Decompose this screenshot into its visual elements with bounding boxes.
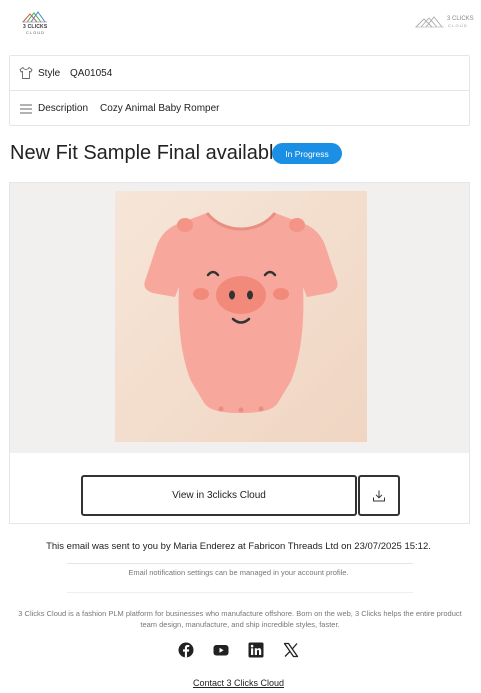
menu-lines-icon <box>20 104 32 113</box>
style-value: QA01054 <box>70 67 113 79</box>
product-image <box>115 191 367 442</box>
style-info-box: Style QA01054 Description Cozy Animal Ba… <box>9 55 470 126</box>
brand-logo-secondary: 3 CLICKS CLOUD <box>414 14 474 32</box>
logo-subtext: CLOUD <box>448 23 469 28</box>
divider <box>67 592 413 593</box>
youtube-icon[interactable] <box>213 642 229 658</box>
status-badge: In Progress <box>272 143 342 164</box>
about-text: 3 Clicks Cloud is a fashion PLM platform… <box>18 609 462 629</box>
download-icon <box>373 490 385 501</box>
image-area <box>10 183 469 453</box>
sent-by-text: This email was sent to you by Maria Ende… <box>46 541 431 552</box>
style-row: Style QA01054 <box>10 56 469 91</box>
brand-logo: 3 CLICKS CLOUD <box>20 10 52 36</box>
hanger-logo-icon <box>22 11 47 23</box>
download-button[interactable] <box>358 475 400 516</box>
description-row: Description Cozy Animal Baby Romper <box>10 91 469 126</box>
divider <box>67 563 413 564</box>
description-label: Description <box>38 103 89 114</box>
email-header: 3 CLICKS CLOUD 3 CLICKS CLOUD <box>0 0 481 48</box>
x-icon[interactable] <box>283 642 299 658</box>
tshirt-icon <box>19 67 33 79</box>
linkedin-icon[interactable] <box>248 642 264 658</box>
facebook-icon[interactable] <box>178 642 194 658</box>
logo-subtext: CLOUD <box>26 30 46 35</box>
logo-text: 3 CLICKS <box>447 16 474 22</box>
style-label: Style <box>38 67 61 79</box>
page-title: New Fit Sample Final available <box>10 142 285 164</box>
contact-link[interactable]: Contact 3 Clicks Cloud <box>0 678 477 688</box>
notification-settings-text: Email notification settings can be manag… <box>128 568 349 577</box>
description-value: Cozy Animal Baby Romper <box>100 103 220 114</box>
view-in-cloud-button[interactable]: View in 3clicks Cloud <box>81 475 357 516</box>
sample-card: View in 3clicks Cloud <box>9 182 470 524</box>
hanger-logo-icon <box>415 16 444 28</box>
